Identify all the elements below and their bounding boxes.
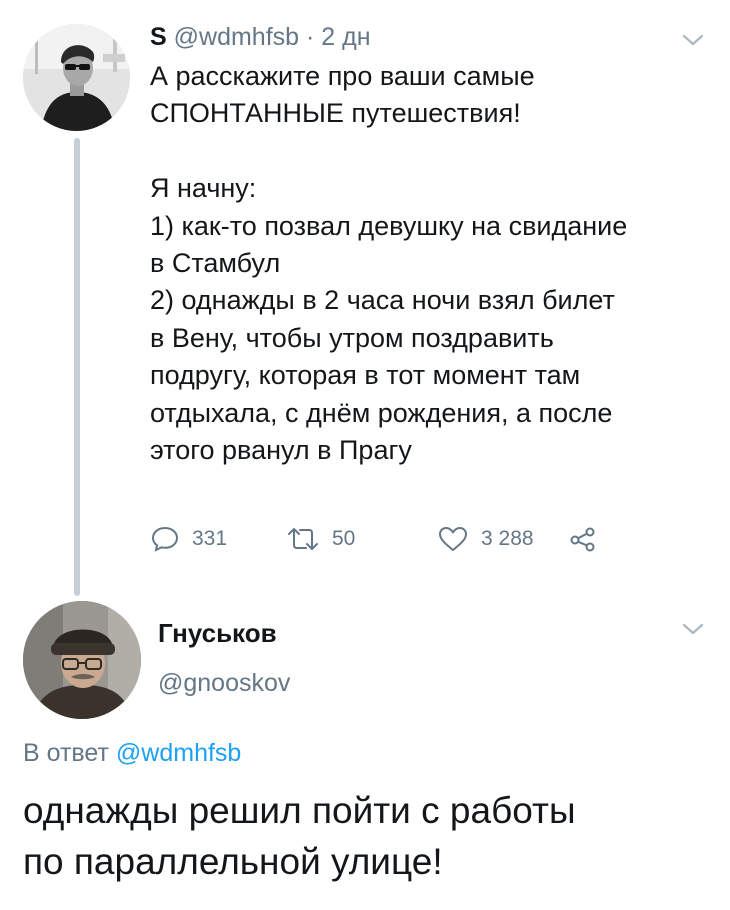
retweets-count: 50: [332, 527, 356, 550]
tweet-line: 2) однажды в 2 часа ночи взял билет: [150, 285, 615, 316]
author-name[interactable]: S: [150, 23, 167, 51]
reply-author-handle[interactable]: @gnooskov: [158, 666, 290, 700]
reply-author-photo: [23, 601, 141, 719]
tweet-text: А расскажите про ваши самые СПОНТАННЫЕ п…: [150, 58, 715, 469]
reply-line: однажды решил пойти с работы: [23, 790, 576, 831]
header-separator: ·: [306, 23, 315, 51]
tweet-line: в Вену, чтобы утром поздравить: [150, 322, 554, 353]
share-button[interactable]: [568, 522, 598, 556]
reply-author-name[interactable]: Гнуськов: [158, 615, 277, 651]
like-button[interactable]: 3 288: [437, 522, 534, 556]
likes-count: 3 288: [481, 527, 534, 550]
author-photo: [23, 24, 130, 131]
original-tweet[interactable]: S @wdmhfsb · 2 дн А расскажите про ваши …: [0, 0, 730, 596]
reply-author-avatar[interactable]: [23, 601, 141, 719]
chevron-down-icon[interactable]: [682, 33, 704, 47]
tweet-line: подругу, которая в тот момент там: [150, 360, 581, 391]
tweet-line: отдыхала, с днём рождения, а после: [150, 397, 613, 428]
reply-to-label: В ответ: [23, 739, 109, 767]
replies-count: 331: [192, 527, 228, 550]
tweet-line: в Стамбул: [150, 248, 281, 279]
tweet-line-gap: [150, 133, 715, 170]
reply-text: однажды решил пойти с работы по параллел…: [23, 785, 723, 887]
reply-button[interactable]: 331: [150, 522, 227, 556]
comment-icon: [151, 526, 179, 552]
tweet-line: СПОНТАННЫЕ путешествия!: [150, 98, 521, 129]
heart-icon: [439, 527, 467, 551]
reply-line: по параллельной улице!: [23, 841, 443, 882]
retweet-button[interactable]: 50: [286, 522, 355, 556]
tweet-actions: 331 50 3 288: [150, 522, 650, 556]
reply-to-mention[interactable]: @wdmhfsb: [116, 739, 241, 767]
tweet-line: этого рванул в Прагу: [150, 435, 412, 466]
tweet-line: Я начну:: [150, 173, 257, 204]
author-handle[interactable]: @wdmhfsb: [174, 23, 299, 51]
tweet-line: 1) как-то позвал девушку на свидание: [150, 210, 628, 241]
share-icon: [570, 527, 595, 552]
tweet-line: А расскажите про ваши самые: [150, 61, 535, 91]
reply-context: В ответ @wdmhfsb: [23, 736, 241, 770]
thread-line: [74, 138, 80, 596]
chevron-down-icon[interactable]: [682, 622, 704, 636]
retweet-icon: [288, 528, 318, 550]
author-avatar[interactable]: [23, 24, 130, 131]
tweet-time[interactable]: 2 дн: [321, 23, 370, 51]
tweet-header: S @wdmhfsb · 2 дн: [150, 20, 371, 54]
